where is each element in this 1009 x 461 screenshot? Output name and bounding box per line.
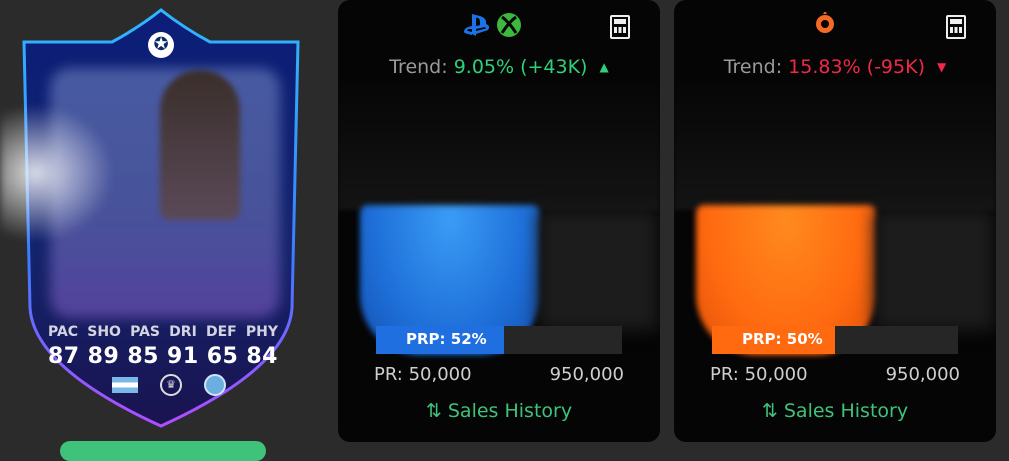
stat-dribbling: 91 (167, 344, 199, 369)
champions-league-icon: ✪ (148, 32, 174, 58)
trend-row: Trend: 9.05% (+43K) ▲ (338, 56, 660, 78)
price-panel-console: Trend: 9.05% (+43K) ▲ PRP: 52% PR: 50,00… (338, 0, 660, 442)
card-glow (0, 98, 120, 248)
stat-labels: PAC SHO PAS DRI DEF PHY (48, 324, 278, 340)
trend-up-icon: ▲ (599, 60, 609, 74)
prp-bar: PRP: 50% (712, 326, 958, 354)
calculator-icon[interactable] (946, 15, 966, 39)
player-card[interactable]: ✪ PAC SHO PAS DRI DEF PHY 87 89 85 91 65… (0, 8, 302, 430)
xbox-icon (497, 13, 521, 37)
sort-arrows-icon: ⇅ (425, 400, 442, 422)
stat-values: 87 89 85 91 65 84 (48, 344, 278, 369)
stat-label: DRI (169, 324, 197, 340)
chart-background (674, 80, 996, 210)
trend-value: 9.05% (+43K) (453, 56, 588, 78)
sales-history-link[interactable]: ⇅ Sales History (338, 400, 660, 422)
price-range-max: 950,000 (885, 364, 960, 385)
chart-shadow (874, 210, 994, 330)
platform-icons (462, 12, 522, 38)
price-range-min: PR: 50,000 (374, 364, 472, 385)
chart-background (338, 80, 660, 210)
card-badges: ♛ (112, 374, 226, 396)
price-range: PR: 50,000 950,000 (710, 364, 960, 385)
stat-passing: 85 (127, 344, 159, 369)
argentina-flag-icon (112, 377, 138, 393)
stat-label: PAS (130, 324, 161, 340)
stat-shooting: 89 (87, 344, 120, 369)
price-range: PR: 50,000 950,000 (374, 364, 624, 385)
prp-label: PRP: 52% (406, 330, 487, 348)
prp-bar: PRP: 52% (376, 326, 622, 354)
calculator-icon[interactable] (610, 15, 630, 39)
stat-defending: 65 (206, 344, 239, 369)
playstation-icon (463, 14, 490, 36)
sales-history-label: Sales History (447, 400, 573, 422)
trend-value: 15.83% (-95K) (788, 56, 925, 78)
stat-pace: 87 (48, 344, 80, 369)
price-range-max: 950,000 (549, 364, 624, 385)
sales-history-label: Sales History (783, 400, 909, 422)
origin-icon (816, 12, 834, 33)
price-range-min: PR: 50,000 (710, 364, 808, 385)
stat-label: SHO (87, 324, 121, 340)
action-button[interactable] (60, 441, 266, 461)
trend-label: Trend: (389, 56, 448, 78)
stat-label: PHY (245, 324, 278, 340)
player-portrait (160, 70, 240, 220)
trend-down-icon: ▼ (937, 60, 947, 74)
platform-icons (814, 12, 836, 38)
manchester-city-icon (204, 374, 226, 396)
stat-label: PAC (48, 324, 79, 340)
sales-history-link[interactable]: ⇅ Sales History (674, 400, 996, 422)
stat-label: DEF (205, 324, 237, 340)
trend-row: Trend: 15.83% (-95K) ▼ (674, 56, 996, 78)
trend-label: Trend: (723, 56, 783, 78)
price-panel-pc: Trend: 15.83% (-95K) ▼ PRP: 50% PR: 50,0… (674, 0, 996, 442)
chart-shadow (538, 210, 658, 330)
prp-label: PRP: 50% (742, 330, 823, 348)
sort-arrows-icon: ⇅ (761, 400, 778, 422)
premier-league-icon: ♛ (160, 374, 182, 396)
stat-physical: 84 (246, 344, 278, 369)
